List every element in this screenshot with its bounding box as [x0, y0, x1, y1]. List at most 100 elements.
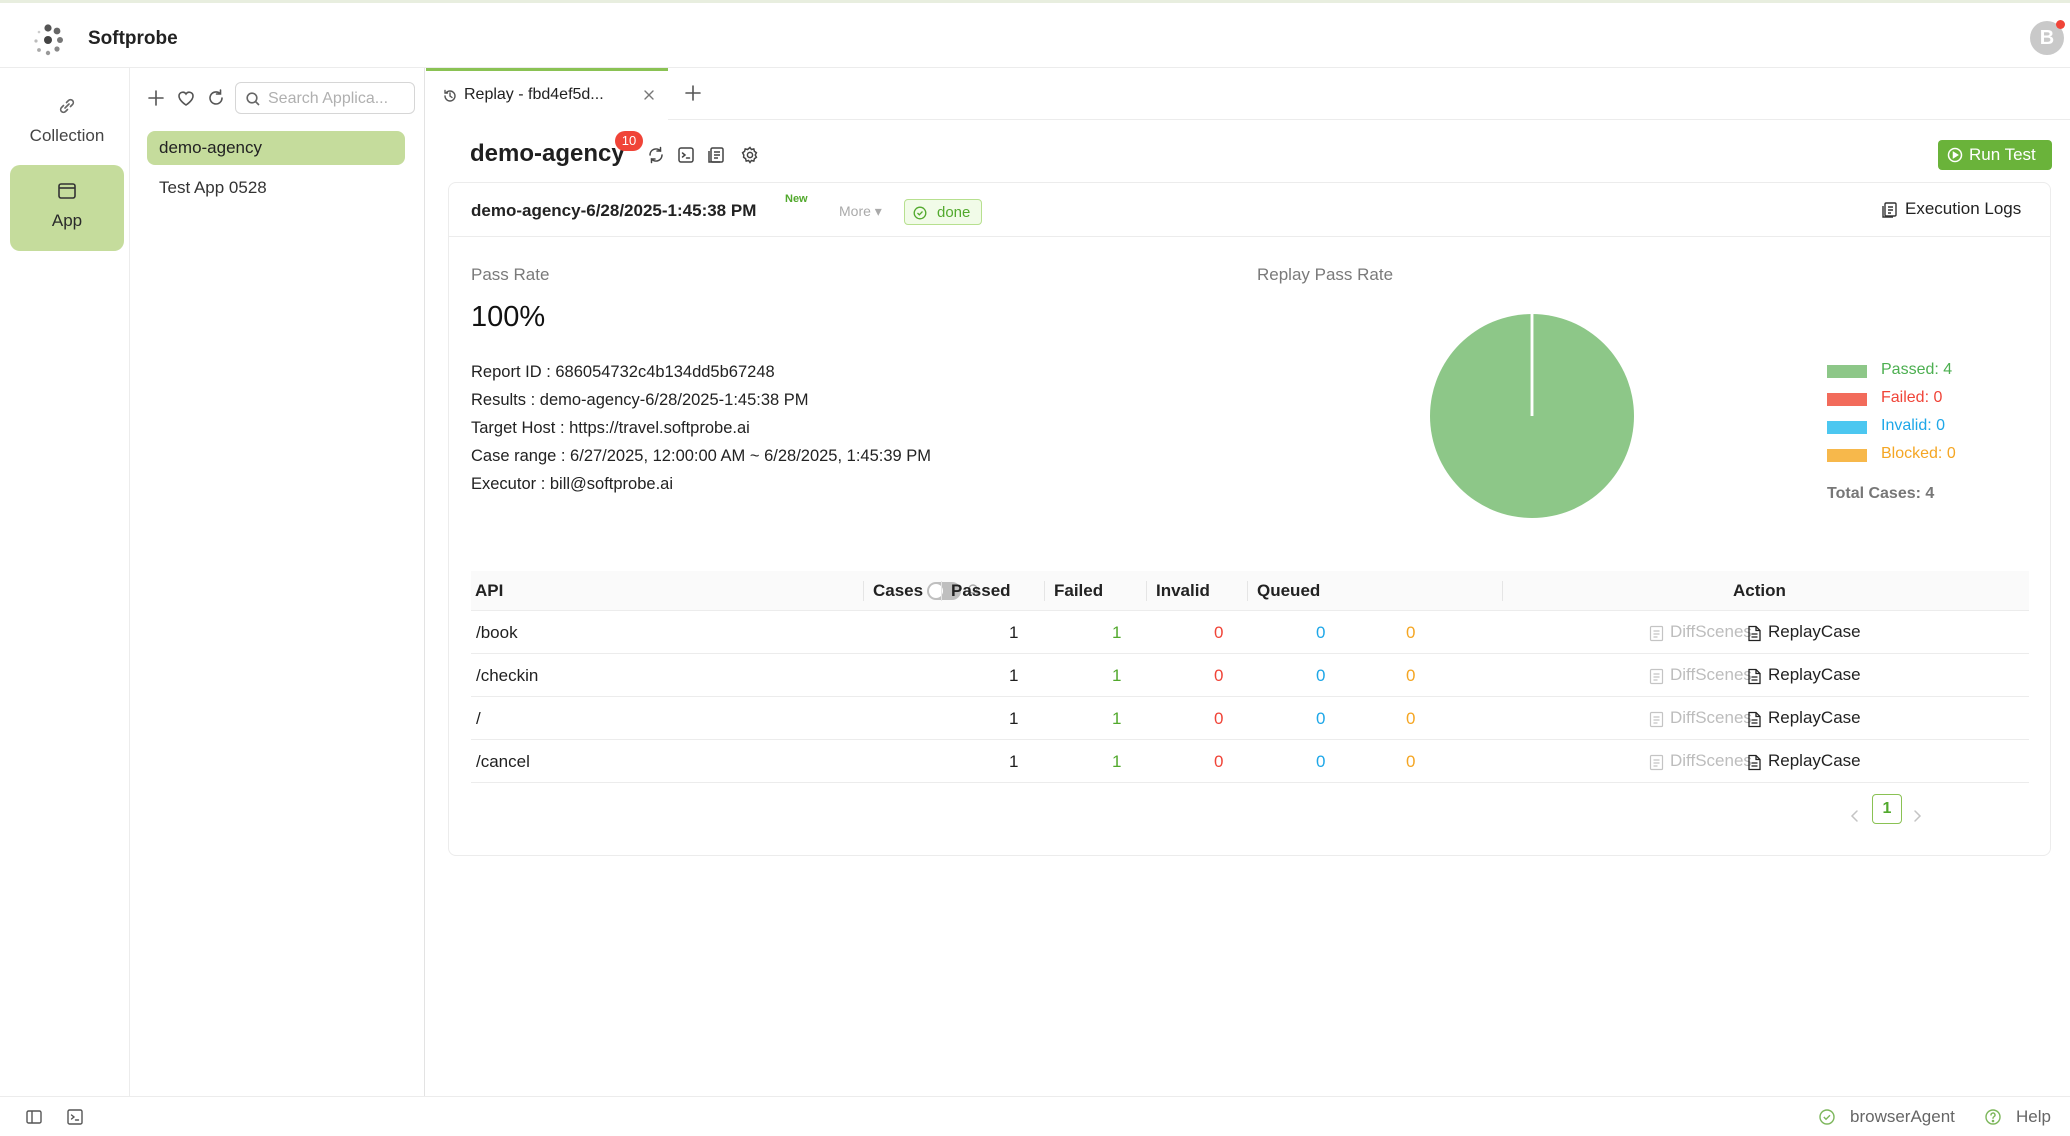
add-icon[interactable]: [145, 87, 167, 109]
help-link[interactable]: Help: [2016, 1107, 2051, 1127]
table-row: /checkin 1 1 0 0 0 DiffScenes ReplayCase: [471, 654, 2029, 697]
cell-cases: 1: [1009, 623, 1019, 642]
app-item-demo-agency[interactable]: demo-agency: [147, 131, 405, 165]
cell-passed: 1: [1112, 709, 1122, 728]
cell-queued: 0: [1406, 666, 1416, 685]
legend-label-passed: Passed: 4: [1881, 361, 1953, 378]
replay-pass-rate-pie: [1429, 313, 1635, 519]
more-dropdown[interactable]: More ▾: [839, 203, 882, 220]
report-icon[interactable]: [706, 145, 726, 165]
replaycase-label: ReplayCase: [1768, 751, 1861, 770]
replaycase-label: ReplayCase: [1768, 665, 1861, 684]
console-icon[interactable]: [66, 1108, 84, 1126]
legend-swatch-failed: [1827, 393, 1867, 406]
column-separator: [1146, 581, 1147, 601]
diffscenes-label: DiffScenes: [1670, 622, 1752, 641]
search-input[interactable]: Search Applica...: [235, 82, 415, 114]
plan-name: demo-agency-6/28/2025-1:45:38 PM: [471, 201, 757, 220]
legend-label-invalid: Invalid: 0: [1881, 417, 1946, 434]
results: Results : demo-agency-6/28/2025-1:45:38 …: [471, 391, 809, 409]
document-icon: [1649, 754, 1664, 771]
left-rail: Collection App: [0, 68, 130, 1096]
file-icon: [1747, 625, 1762, 642]
softprobe-logo: [28, 21, 68, 61]
cell-passed: 1: [1112, 623, 1122, 642]
heart-icon[interactable]: [175, 87, 197, 109]
file-icon: [1747, 711, 1762, 728]
cell-failed: 0: [1214, 623, 1224, 642]
sidebar-toggle-icon[interactable]: [25, 1108, 43, 1126]
count-badge: 10: [615, 131, 643, 151]
search-icon: [245, 91, 261, 107]
replay-pass-rate-label: Replay Pass Rate: [1257, 265, 1394, 284]
chevron-left-icon[interactable]: [1847, 808, 1863, 824]
pagination-page[interactable]: 1: [1872, 794, 1902, 824]
document-icon: [1649, 625, 1664, 642]
table-row: / 1 1 0 0 0 DiffScenes ReplayCase: [471, 697, 2029, 740]
legend-label-blocked: Blocked: 0: [1881, 445, 1956, 462]
tab-replay[interactable]: Replay - fbd4ef5d...: [426, 68, 668, 120]
file-icon: [1747, 754, 1762, 771]
refresh-icon[interactable]: [205, 87, 227, 109]
cell-api: /book: [476, 623, 518, 642]
check-circle-icon: [913, 206, 927, 220]
header-cases: Cases: [873, 581, 924, 600]
terminal-icon[interactable]: [676, 145, 696, 165]
header-passed: Passed: [951, 581, 1011, 600]
page-title: demo-agency: [470, 140, 625, 167]
cell-failed: 0: [1214, 709, 1224, 728]
pass-rate-value: 100%: [471, 301, 546, 333]
cell-passed: 1: [1112, 752, 1122, 771]
cell-passed: 1: [1112, 666, 1122, 685]
header-invalid: Invalid: [1156, 581, 1210, 600]
cell-cases: 1: [1009, 666, 1019, 685]
document-icon: [1649, 711, 1664, 728]
link-icon: [55, 94, 79, 118]
cell-queued: 0: [1406, 709, 1416, 728]
sync-icon[interactable]: [646, 145, 666, 165]
executor: Executor : bill@softprobe.ai: [471, 475, 674, 493]
total-cases: Total Cases: 4: [1827, 485, 1935, 502]
top-bar: Softprobe B: [0, 0, 2070, 68]
check-circle-icon: [1818, 1108, 1836, 1126]
settings-icon[interactable]: [740, 145, 760, 165]
help-icon[interactable]: [1984, 1108, 2002, 1126]
application-panel: Search Applica... demo-agency Test App 0…: [131, 68, 425, 1096]
cell-failed: 0: [1214, 752, 1224, 771]
header-queued: Queued: [1257, 581, 1321, 600]
notification-dot: [2056, 20, 2065, 29]
tab-bar: Replay - fbd4ef5d...: [426, 68, 2070, 120]
rail-label-app: App: [51, 211, 83, 230]
play-circle-icon: [1947, 147, 1963, 163]
run-test-button[interactable]: Run Test: [1938, 140, 2052, 170]
rail-item-app[interactable]: App: [10, 165, 124, 251]
diffscenes-label: DiffScenes: [1670, 751, 1752, 770]
cell-queued: 0: [1406, 752, 1416, 771]
app-item-test-app-0528[interactable]: Test App 0528: [147, 171, 405, 205]
bottom-bar: browserAgent Help: [0, 1096, 2070, 1136]
add-tab-icon[interactable]: [682, 82, 704, 104]
table-row: /book 1 1 0 0 0 DiffScenes ReplayCase: [471, 611, 2029, 654]
browser-agent-status[interactable]: browserAgent: [1850, 1107, 1955, 1127]
report-card-header: demo-agency-6/28/2025-1:45:38 PM New Mor…: [449, 183, 2050, 237]
legend-swatch-blocked: [1827, 449, 1867, 462]
column-separator: [1502, 581, 1503, 601]
status-badge: done: [904, 199, 982, 225]
table-row: /cancel 1 1 0 0 0 DiffScenes ReplayCase: [471, 740, 2029, 783]
table-header: API Cases Passed Failed Invalid Queued A…: [471, 571, 2029, 611]
legend-swatch-passed: [1827, 365, 1867, 378]
rail-item-collection[interactable]: Collection: [10, 80, 124, 164]
cell-api: /checkin: [476, 666, 539, 685]
report-card: demo-agency-6/28/2025-1:45:38 PM New Mor…: [448, 182, 2051, 856]
run-test-label: Run Test: [1969, 145, 2036, 164]
column-separator: [1044, 581, 1045, 601]
tab-label: Replay - fbd4ef5d...: [464, 86, 604, 103]
column-separator: [1247, 581, 1248, 601]
header-api: API: [475, 581, 504, 600]
cell-queued: 0: [1406, 623, 1416, 642]
cell-cases: 1: [1009, 709, 1019, 728]
close-icon[interactable]: [642, 88, 656, 102]
replaycase-label: ReplayCase: [1768, 622, 1861, 641]
header-failed: Failed: [1054, 581, 1104, 600]
chevron-right-icon[interactable]: [1909, 808, 1925, 824]
